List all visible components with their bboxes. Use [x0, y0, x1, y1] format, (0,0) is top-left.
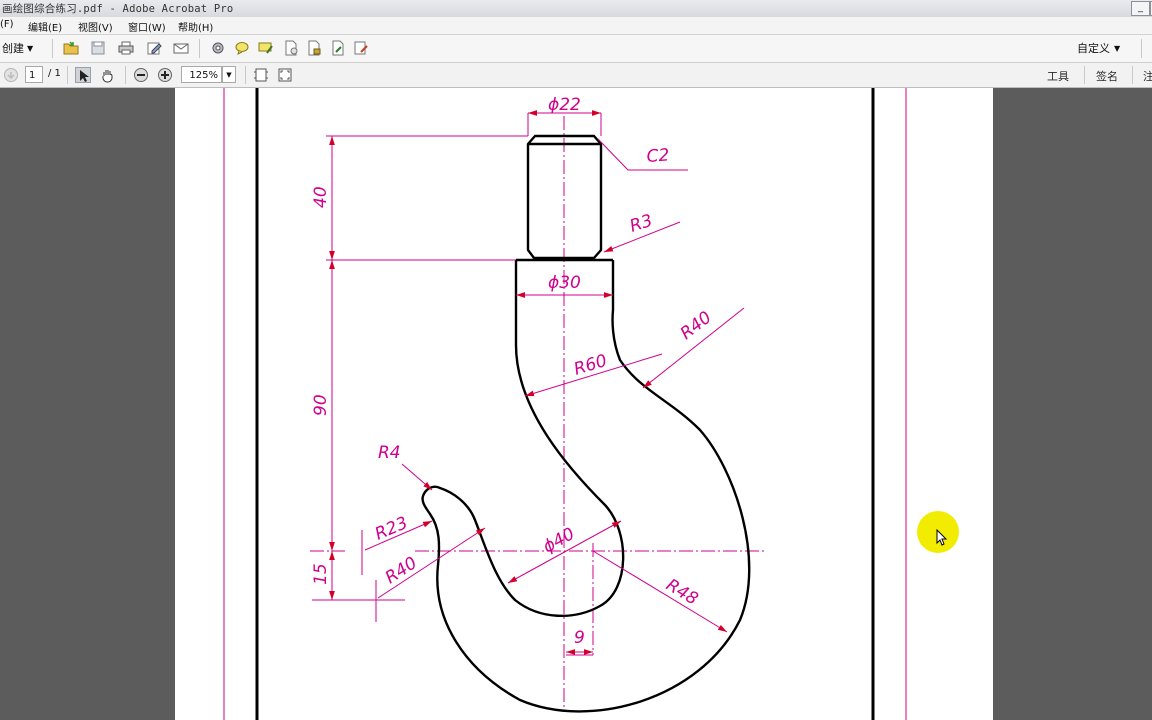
- dim-r4: R4: [378, 443, 401, 463]
- comment-pane-button[interactable]: 注: [1143, 68, 1152, 84]
- dim-phi22: ϕ22: [548, 95, 581, 115]
- toolbar-divider: [125, 66, 126, 84]
- forms-icon[interactable]: [353, 40, 369, 56]
- chevron-down-icon: ▼: [226, 71, 232, 79]
- minimize-button[interactable]: _: [1131, 1, 1150, 16]
- toolbar-divider: [199, 39, 200, 58]
- page-number-input[interactable]: 1: [25, 66, 43, 83]
- dim-9: 9: [574, 628, 585, 648]
- zoom-dropdown[interactable]: ▼: [222, 66, 236, 83]
- dim-phi40: ϕ40: [540, 524, 578, 557]
- toolbar-divider: [67, 66, 68, 84]
- hook-drawing: ϕ22 C2 R3 ϕ30 R40 R60 40 90 R4 R23 R40 ϕ…: [223, 88, 907, 720]
- document-page: ϕ22 C2 R3 ϕ30 R40 R60 40 90 R4 R23 R40 ϕ…: [175, 88, 993, 720]
- customize-button[interactable]: 自定义 ▼: [1077, 40, 1120, 56]
- mouse-cursor-icon: [936, 529, 948, 546]
- dim-r23: R23: [372, 513, 411, 544]
- sign-icon[interactable]: [330, 40, 346, 56]
- menu-help[interactable]: 帮助(H): [178, 19, 213, 34]
- create-button[interactable]: 创建 ▼: [2, 40, 33, 56]
- toolbar-divider: [1132, 66, 1133, 84]
- main-toolbar: 创建 ▼ 自定义 ▼: [0, 35, 1152, 63]
- save-icon[interactable]: [90, 40, 106, 56]
- page-total: / 1: [48, 68, 61, 79]
- window-title: 画绘图综合练习.pdf - Adobe Acrobat Pro: [2, 3, 234, 15]
- sign-pane-button[interactable]: 签名: [1096, 68, 1118, 84]
- select-tool-icon[interactable]: [75, 67, 91, 83]
- customize-label: 自定义: [1077, 42, 1110, 55]
- zoom-out-icon[interactable]: [133, 67, 149, 83]
- dim-r60: R60: [572, 351, 610, 380]
- secure-icon[interactable]: [306, 40, 322, 56]
- toolbar-divider: [245, 66, 246, 84]
- menu-window[interactable]: 窗口(W): [128, 19, 166, 34]
- settings-icon[interactable]: [210, 40, 226, 56]
- previous-page-icon[interactable]: [3, 67, 19, 83]
- radius-dimensions: [361, 138, 745, 633]
- nav-toolbar: 1 / 1 125% ▼ 工具 签名 注: [0, 63, 1152, 88]
- document-icon[interactable]: [283, 40, 299, 56]
- toolbar-divider: [52, 39, 53, 58]
- hook-outline: [421, 134, 751, 713]
- toolbar-divider: [1141, 39, 1142, 58]
- extension-lines: [312, 113, 602, 656]
- dim-r40-top: R40: [677, 308, 716, 344]
- toolbar-divider: [1084, 66, 1085, 84]
- title-bar: 画绘图综合练习.pdf - Adobe Acrobat Pro _: [0, 0, 1152, 18]
- tools-pane-button[interactable]: 工具: [1047, 68, 1069, 84]
- dim-phi30: ϕ30: [548, 273, 581, 293]
- menu-bar: (F) 编辑(E) 视图(V) 窗口(W) 帮助(H): [0, 17, 1152, 35]
- menu-edit[interactable]: 编辑(E): [28, 19, 62, 34]
- center-lines: [310, 116, 765, 710]
- create-label: 创建: [2, 42, 24, 55]
- menu-file[interactable]: (F): [0, 19, 14, 30]
- email-icon[interactable]: [173, 40, 189, 56]
- menu-view[interactable]: 视图(V): [78, 19, 113, 34]
- edit-icon[interactable]: [146, 40, 162, 56]
- highlight-icon[interactable]: [258, 40, 274, 56]
- dim-r3: R3: [627, 211, 655, 237]
- dim-c2: C2: [646, 145, 670, 167]
- fit-page-icon[interactable]: [253, 67, 269, 83]
- hand-tool-icon[interactable]: [100, 67, 116, 83]
- dim-40: 40: [311, 186, 331, 208]
- linear-dimensions: [329, 110, 613, 655]
- zoom-in-icon[interactable]: [157, 67, 173, 83]
- chevron-down-icon: ▼: [1114, 43, 1121, 53]
- full-screen-icon[interactable]: [277, 67, 293, 83]
- chevron-down-icon: ▼: [27, 43, 34, 53]
- print-icon[interactable]: [118, 40, 134, 56]
- comment-icon[interactable]: [234, 40, 250, 56]
- open-icon[interactable]: [63, 40, 79, 56]
- dim-90: 90: [311, 394, 331, 416]
- zoom-input[interactable]: 125%: [181, 66, 222, 83]
- dim-15: 15: [311, 563, 331, 585]
